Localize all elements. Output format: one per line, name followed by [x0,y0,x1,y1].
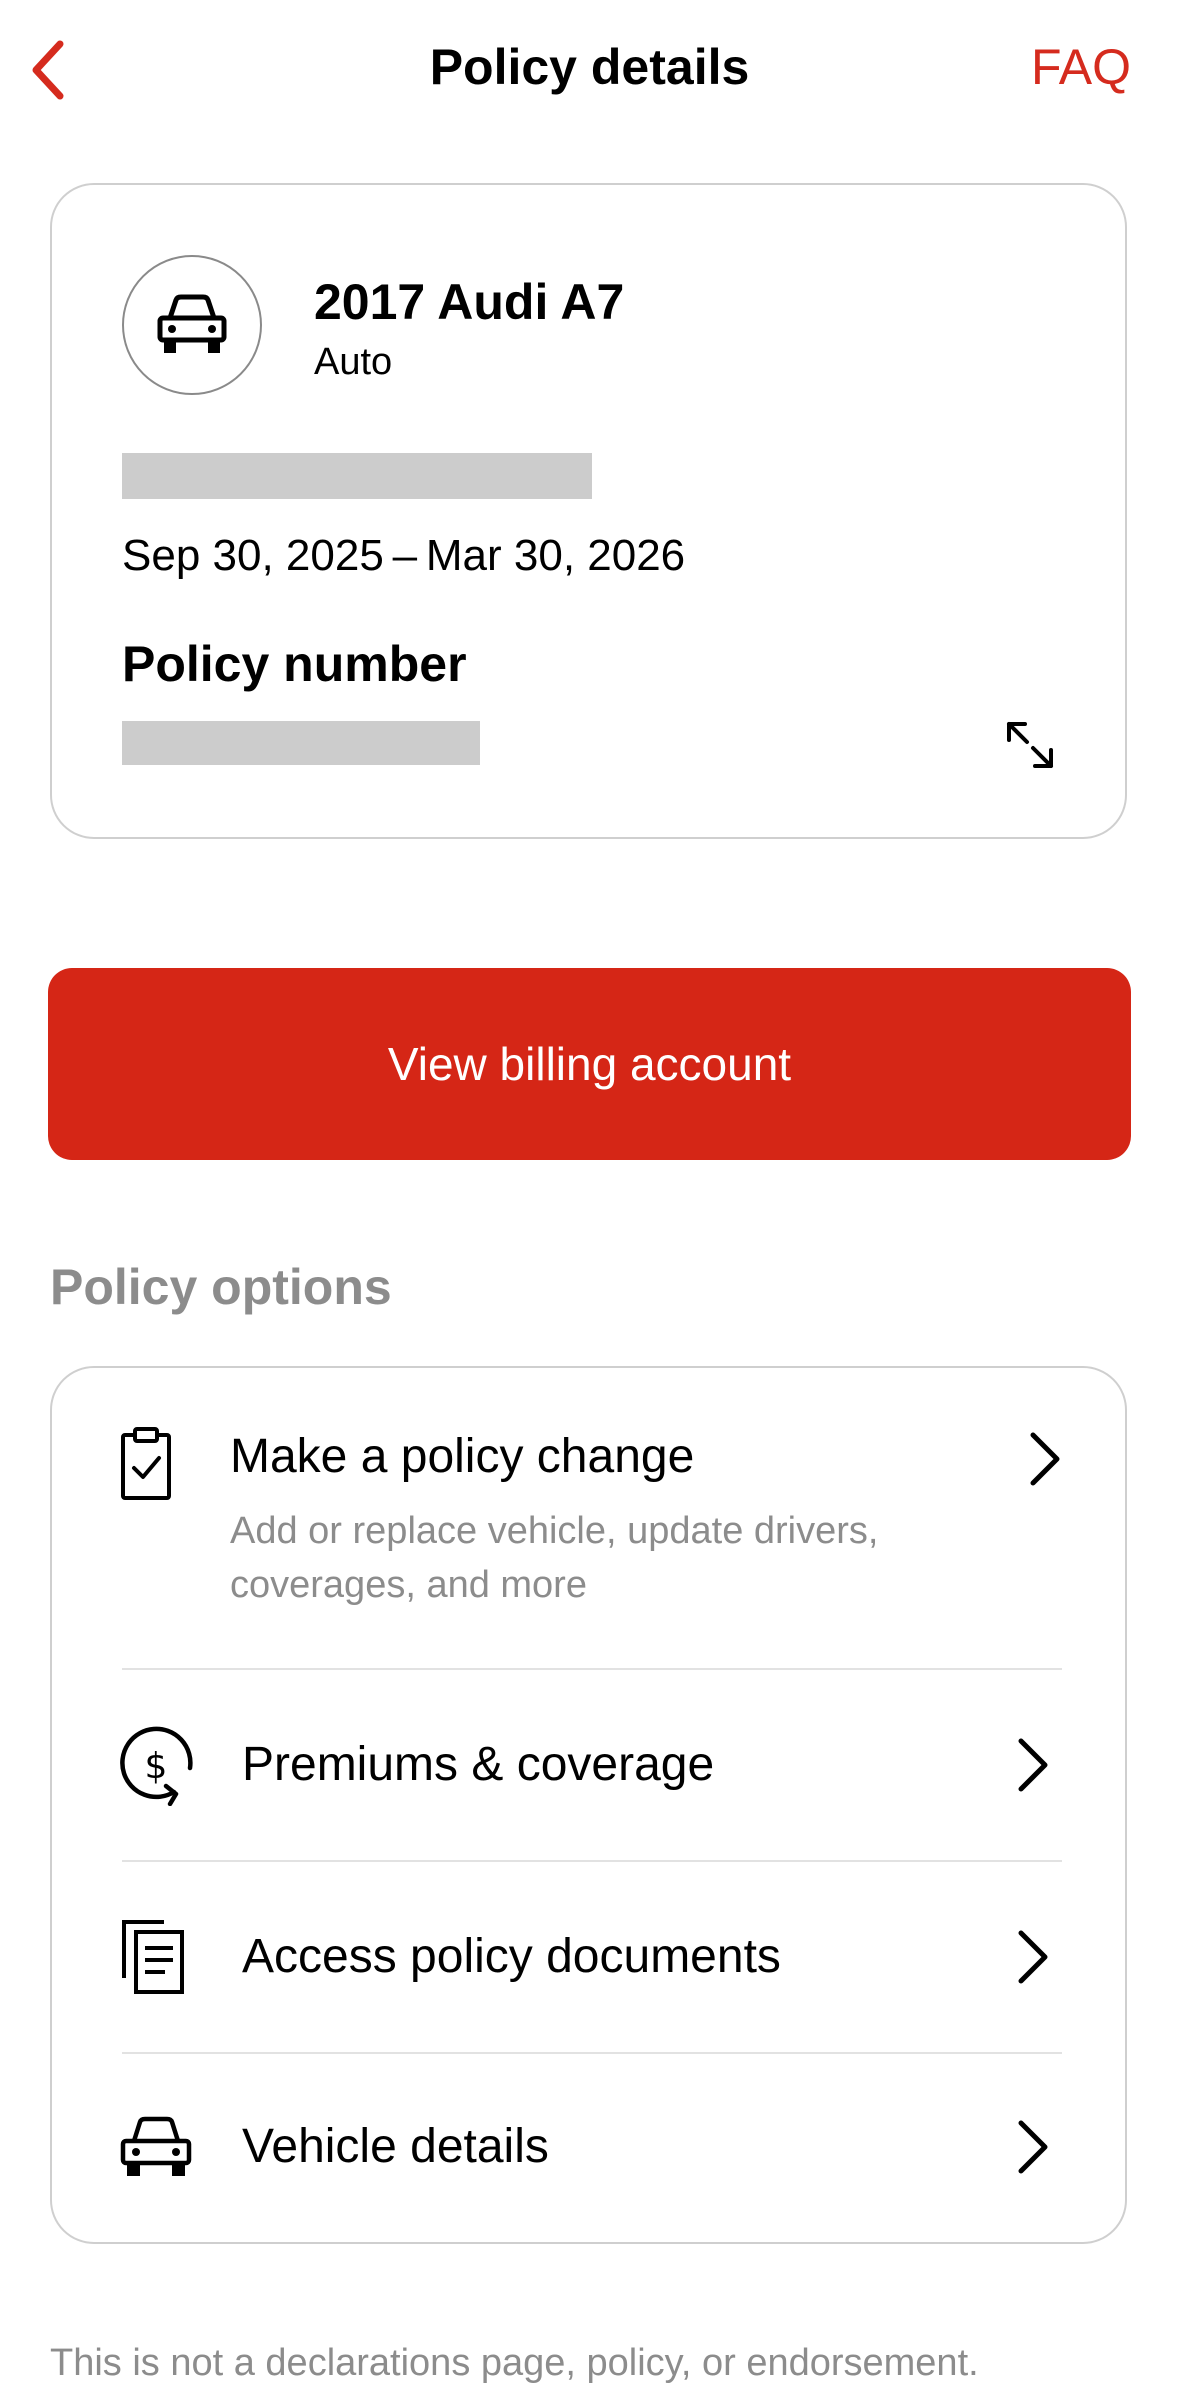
option-label: Premiums & coverage [242,1738,715,1791]
vehicle-name: 2017 Audi A7 [314,274,625,330]
policy-number-label: Policy number [122,636,467,692]
view-billing-account-button[interactable]: View billing account [48,968,1131,1160]
option-access-policy-documents[interactable]: Access policy documents [52,1862,1125,2052]
expand-arrows-icon [1007,722,1053,768]
svg-text:$: $ [145,1746,168,1787]
chevron-right-icon [1020,1424,1070,1494]
top-nav-bar: Policy details FAQ [0,0,1179,140]
option-description: Add or replace vehicle, update drivers, … [230,1510,879,1606]
car-icon [157,294,227,353]
car-icon [118,2112,194,2182]
option-label: Vehicle details [242,2120,549,2173]
faq-link[interactable]: FAQ [1031,34,1131,100]
chevron-right-icon [1008,2112,1058,2182]
option-label: Access policy documents [242,1930,781,1983]
vehicle-avatar [122,255,262,395]
redacted-policy-number [122,721,480,765]
documents-icon [118,1918,188,1996]
expand-button[interactable] [1000,715,1060,775]
option-label: Make a policy change [230,1430,695,1483]
policy-options-card: Make a policy change Add or replace vehi… [50,1366,1127,2244]
option-premiums-coverage[interactable]: $ Premiums & coverage [52,1670,1125,1860]
dollar-cycle-icon: $ [118,1726,198,1806]
disclaimer-text: This is not a declarations page, policy,… [50,2342,979,2384]
clipboard-check-icon [118,1426,174,1502]
chevron-right-icon [1008,1730,1058,1800]
page-title: Policy details [429,39,750,95]
policy-term-dates: Sep 30, 2025 – Mar 30, 2026 [122,531,686,580]
chevron-right-icon [1008,1922,1058,1992]
option-make-policy-change[interactable]: Make a policy change Add or replace vehi… [52,1368,1125,1668]
policy-summary-card: 2017 Audi A7 Auto Sep 30, 2025 – Mar 30,… [50,183,1127,839]
vehicle-type: Auto [314,341,393,383]
section-title: Policy options [50,1259,392,1315]
option-vehicle-details[interactable]: Vehicle details [52,2054,1125,2242]
redacted-field [122,453,592,499]
